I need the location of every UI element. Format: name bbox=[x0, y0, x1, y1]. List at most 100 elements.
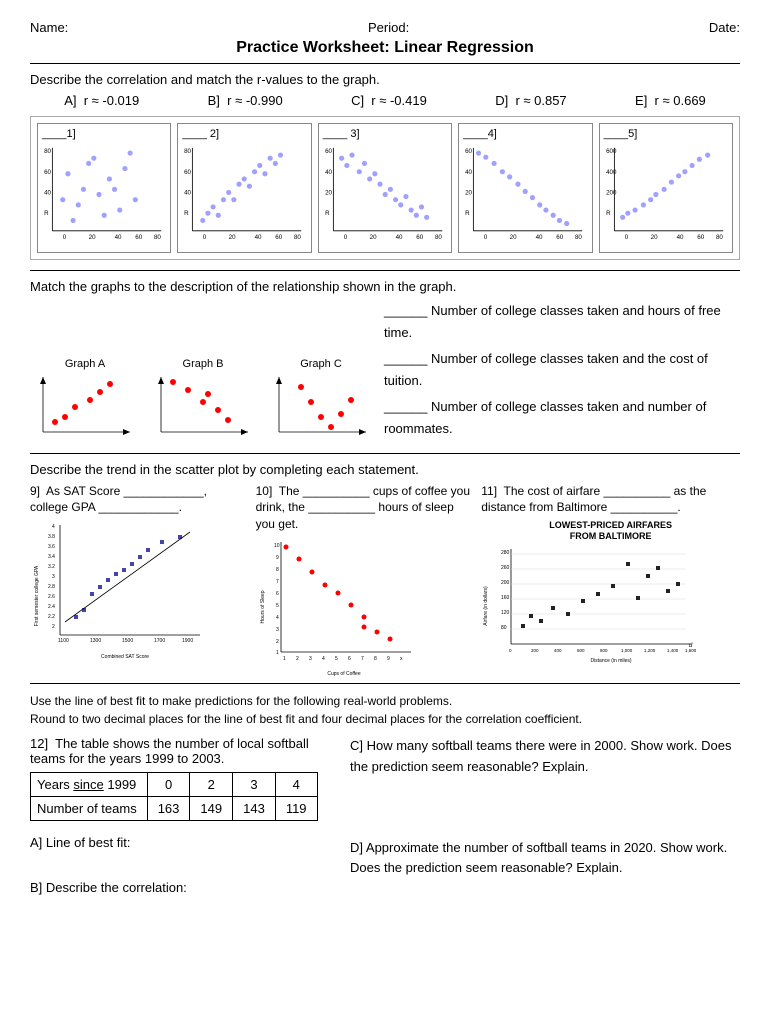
svg-text:80: 80 bbox=[44, 148, 51, 155]
graph-1-svg: 80 60 40 R 0 20 40 60 80 bbox=[42, 142, 166, 247]
svg-text:2.6: 2.6 bbox=[48, 594, 55, 600]
svg-text:1500: 1500 bbox=[122, 638, 133, 644]
svg-text:R: R bbox=[606, 210, 611, 217]
softball-table: Years since 1999 0 2 3 4 Number of teams… bbox=[30, 772, 318, 821]
svg-text:40: 40 bbox=[536, 234, 543, 241]
svg-text:60: 60 bbox=[184, 169, 191, 176]
svg-text:7: 7 bbox=[276, 579, 279, 585]
divider-3 bbox=[30, 453, 740, 454]
svg-text:2.2: 2.2 bbox=[48, 614, 55, 620]
airfare-chart-title: LOWEST-PRICED AIRFARESFROM BALTIMORE bbox=[481, 520, 740, 542]
part-d: D] Approximate the number of softball te… bbox=[350, 838, 740, 880]
svg-text:3: 3 bbox=[309, 656, 312, 662]
rvalue-c: C] r ≈ -0.419 bbox=[351, 93, 427, 108]
match-graph-c: Graph C bbox=[266, 358, 376, 445]
svg-text:1,200: 1,200 bbox=[644, 648, 656, 653]
svg-text:60: 60 bbox=[465, 148, 472, 155]
svg-text:9: 9 bbox=[276, 555, 279, 561]
svg-text:1: 1 bbox=[283, 656, 286, 662]
svg-text:10: 10 bbox=[274, 543, 280, 549]
table-right: C] How many softball teams there were in… bbox=[350, 736, 740, 895]
svg-text:Airfare (in dollars): Airfare (in dollars) bbox=[483, 586, 489, 626]
svg-text:20: 20 bbox=[465, 190, 472, 197]
svg-text:5: 5 bbox=[335, 656, 338, 662]
cell-119: 119 bbox=[275, 796, 317, 820]
trend-item-9: 9] As SAT Score ____________,college GPA… bbox=[30, 483, 246, 677]
svg-text:Combined SAT Score: Combined SAT Score bbox=[101, 654, 149, 660]
period-label: Period: bbox=[368, 20, 409, 35]
header-years: Years since 1999 bbox=[31, 772, 148, 796]
rvalue-a: A] r ≈ -0.019 bbox=[64, 93, 139, 108]
table-header-row: Years since 1999 0 2 3 4 bbox=[31, 772, 318, 796]
svg-text:600: 600 bbox=[606, 148, 617, 155]
svg-text:1100: 1100 bbox=[58, 638, 69, 644]
svg-text:1: 1 bbox=[276, 650, 279, 656]
cell-143: 143 bbox=[233, 796, 276, 820]
svg-text:Hours of Sleep: Hours of Sleep bbox=[260, 590, 266, 623]
blank-7: ______ bbox=[384, 351, 431, 366]
svg-text:200: 200 bbox=[501, 580, 510, 586]
svg-text:80: 80 bbox=[294, 234, 301, 241]
svg-text:2: 2 bbox=[296, 656, 299, 662]
table-section: 12] The table shows the number of local … bbox=[30, 736, 740, 895]
desc-7-text: Number of college classes taken and the … bbox=[384, 351, 708, 388]
svg-text:4: 4 bbox=[276, 615, 279, 621]
svg-text:x: x bbox=[400, 656, 403, 662]
cell-teams-label: Number of teams bbox=[31, 796, 148, 820]
svg-text:1,000: 1,000 bbox=[621, 648, 633, 653]
svg-text:Distance (in miles): Distance (in miles) bbox=[591, 658, 632, 664]
svg-text:7: 7 bbox=[361, 656, 364, 662]
match-graph-a: Graph A bbox=[30, 358, 140, 445]
graph-b-label: Graph B bbox=[148, 358, 258, 370]
svg-text:0: 0 bbox=[63, 234, 67, 241]
svg-text:0: 0 bbox=[624, 234, 628, 241]
graph-5-svg: 600 400 200 R 0 20 40 60 80 bbox=[604, 142, 728, 247]
svg-text:400: 400 bbox=[554, 648, 562, 653]
graph-c-svg bbox=[271, 372, 371, 442]
svg-text:260: 260 bbox=[501, 565, 510, 571]
graph-4-label: ____4] bbox=[463, 128, 587, 140]
rvalue-d: D] r ≈ 0.857 bbox=[495, 93, 566, 108]
svg-text:60: 60 bbox=[416, 234, 423, 241]
airfare-chart-svg: Airfare (in dollars) Distance (in miles)… bbox=[481, 544, 696, 664]
section4-instruction1: Use the line of best fit to make predict… bbox=[30, 692, 740, 710]
blank-6: ______ bbox=[384, 303, 431, 318]
graph-1-label: ____1] bbox=[42, 128, 166, 140]
svg-text:60: 60 bbox=[44, 169, 51, 176]
svg-text:2: 2 bbox=[52, 624, 55, 630]
graph-3: ____ 3] 60 40 20 R 0 20 40 60 80 bbox=[318, 123, 452, 253]
match-desc-7: ______ Number of college classes taken a… bbox=[384, 348, 740, 392]
coffee-chart-svg: Hours of Sleep Cups of Coffee 10 9 8 7 6… bbox=[256, 537, 416, 677]
graph-2: ____ 2] 80 60 40 R 0 20 40 60 80 bbox=[177, 123, 311, 253]
svg-text:4: 4 bbox=[52, 524, 55, 530]
svg-text:R: R bbox=[44, 210, 49, 217]
svg-text:200: 200 bbox=[606, 190, 617, 197]
svg-text:80: 80 bbox=[716, 234, 723, 241]
header-0: 0 bbox=[147, 772, 190, 796]
match-desc-6: ______ Number of college classes taken a… bbox=[384, 300, 740, 344]
part-b: B] Describe the correlation: bbox=[30, 880, 330, 895]
section4-instructions: Use the line of best fit to make predict… bbox=[30, 692, 740, 728]
svg-text:800: 800 bbox=[600, 648, 608, 653]
svg-text:60: 60 bbox=[697, 234, 704, 241]
svg-text:3.6: 3.6 bbox=[48, 544, 55, 550]
svg-text:R: R bbox=[465, 210, 470, 217]
part-c: C] How many softball teams there were in… bbox=[350, 736, 740, 778]
svg-text:120: 120 bbox=[501, 610, 510, 616]
problem-12-text: 12] The table shows the number of local … bbox=[30, 736, 330, 766]
graph-3-svg: 60 40 20 R 0 20 40 60 80 bbox=[323, 142, 447, 247]
svg-text:60: 60 bbox=[325, 148, 332, 155]
svg-text:6: 6 bbox=[276, 591, 279, 597]
svg-text:R: R bbox=[184, 210, 189, 217]
trend-11-title: 11] The cost of airfare __________ as th… bbox=[481, 483, 740, 517]
svg-text:3.4: 3.4 bbox=[48, 554, 55, 560]
graph-4: ____4] 60 40 20 R 0 20 40 60 80 bbox=[458, 123, 592, 253]
trend-9-title: 9] As SAT Score ____________,college GPA… bbox=[30, 483, 246, 517]
desc-8-text: Number of college classes taken and numb… bbox=[384, 399, 706, 436]
graph-1: ____1] 80 60 40 R 0 20 40 60 80 bbox=[37, 123, 171, 253]
svg-text:1700: 1700 bbox=[154, 638, 165, 644]
svg-text:20: 20 bbox=[510, 234, 517, 241]
svg-text:3: 3 bbox=[52, 574, 55, 580]
svg-text:20: 20 bbox=[650, 234, 657, 241]
graph-b-svg bbox=[153, 372, 253, 442]
